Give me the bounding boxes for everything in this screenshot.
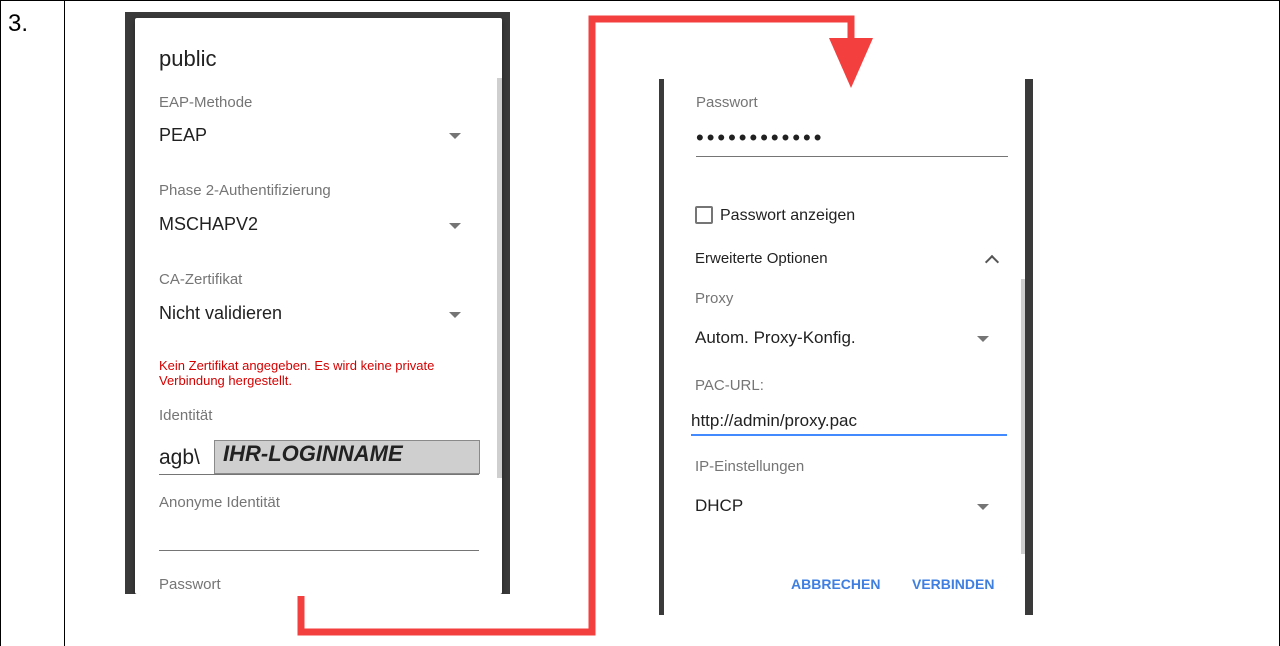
checkbox-icon: [695, 206, 713, 224]
cancel-button[interactable]: ABBRECHEN: [791, 576, 880, 592]
anon-identity-underline: [159, 550, 479, 551]
pac-url-focus-underline: [691, 434, 1007, 436]
ca-cert-value: Nicht validieren: [159, 303, 283, 323]
eap-method-label: EAP-Methode: [159, 94, 253, 111]
proxy-label: Proxy: [695, 290, 734, 307]
connect-button[interactable]: VERBINDEN: [912, 576, 994, 592]
password-label: Passwort: [159, 576, 221, 593]
table-left-border: [0, 0, 1, 646]
step-number: 3.: [8, 10, 29, 37]
dropdown-caret-icon: [977, 504, 989, 510]
dropdown-caret-icon: [449, 223, 461, 229]
ca-cert-label: CA-Zertifikat: [159, 271, 243, 288]
dropdown-caret-icon: [449, 312, 461, 318]
phase2-label: Phase 2-Authentifizierung: [159, 182, 331, 199]
left-screenshot: public EAP-Methode PEAP Phase 2-Authenti…: [125, 12, 510, 594]
password-value: ••••••••••••: [696, 125, 825, 150]
wifi-dialog-left: public EAP-Methode PEAP Phase 2-Authenti…: [135, 18, 502, 594]
certificate-warning: Kein Zertifikat angegeben. Es wird keine…: [159, 358, 435, 388]
identity-underline: [159, 474, 479, 475]
identity-prefix: agb\: [159, 446, 200, 469]
advanced-options-label: Erweiterte Optionen: [695, 250, 828, 267]
chevron-up-icon: [984, 254, 1000, 270]
eap-method-value: PEAP: [159, 125, 208, 145]
proxy-value: Autom. Proxy-Konfig.: [695, 328, 856, 347]
phase2-value: MSCHAPV2: [159, 214, 259, 234]
password-underline: [696, 156, 1008, 157]
wifi-dialog-right: Passwort •••••••••••• Passwort anzeigen …: [664, 79, 1025, 615]
ip-settings-value: DHCP: [695, 496, 744, 515]
table-column-divider: [64, 0, 65, 646]
pac-url-value: http://admin/proxy.pac: [691, 411, 857, 430]
identity-label: Identität: [159, 407, 213, 424]
dropdown-caret-icon: [977, 336, 989, 342]
scrollbar[interactable]: [1021, 279, 1025, 554]
login-placeholder-text: IHR-LOGINNAME: [223, 441, 403, 466]
password-label: Passwort: [696, 94, 758, 111]
network-title: public: [159, 46, 217, 71]
dropdown-caret-icon: [449, 133, 461, 139]
pac-url-label: PAC-URL:: [695, 377, 764, 394]
show-password-label: Passwort anzeigen: [720, 207, 856, 224]
scrollbar[interactable]: [497, 78, 502, 478]
anon-identity-label: Anonyme Identität: [159, 494, 280, 511]
right-screenshot: Passwort •••••••••••• Passwort anzeigen …: [659, 79, 1033, 615]
ip-settings-label: IP-Einstellungen: [695, 458, 805, 475]
table-top-border: [0, 0, 1280, 1]
